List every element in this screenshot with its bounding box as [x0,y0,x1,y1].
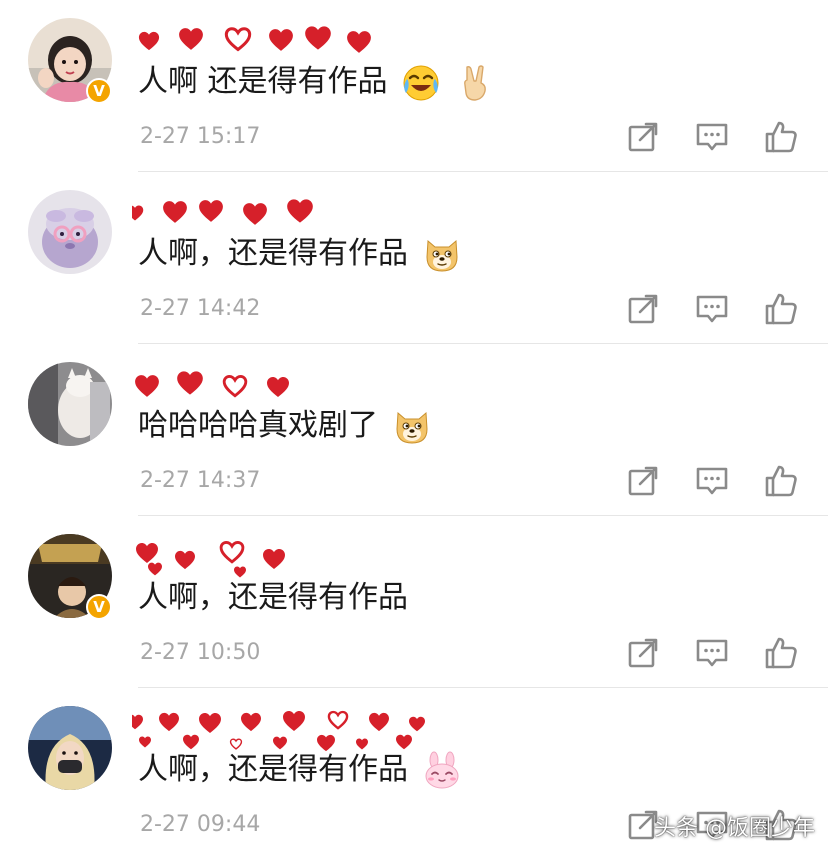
comment-content: 人啊，还是得有作品 [138,578,408,618]
username-hearts[interactable] [132,704,452,752]
comment-item: 人啊，还是得有作品 2-27 14:42 [0,172,828,344]
laughing-crying-face-icon [401,63,441,103]
share-icon[interactable] [626,120,660,154]
username-hearts[interactable] [132,188,452,234]
timestamp: 2-27 10:50 [140,640,261,665]
comment-content: 人啊，还是得有作品 [138,234,462,275]
like-icon[interactable] [764,636,798,670]
like-icon[interactable] [764,120,798,154]
reply-icon[interactable] [695,292,729,326]
comment-item: V 人啊，还是得有作品 2-27 10:50 [0,516,828,688]
comment-text: 人啊 还是得有作品 [138,64,388,99]
comment-content: 人啊，还是得有作品 [138,750,462,791]
doge-face-icon [392,407,432,447]
doge-face-icon [422,235,462,275]
share-icon[interactable] [626,292,660,326]
avatar[interactable] [28,362,112,446]
comment-content: 人啊 还是得有作品 [138,62,495,103]
verified-badge-icon: V [86,594,112,620]
comment-text: 人啊，还是得有作品 [138,580,408,615]
verified-badge-icon: V [86,78,112,104]
timestamp: 2-27 14:37 [140,468,261,493]
avatar[interactable] [28,190,112,274]
share-icon[interactable] [626,464,660,498]
comment-item: V 人啊 还是得有作品 2-27 15:17 [0,0,828,172]
comment-text: 人啊，还是得有作品 [138,236,408,271]
watermark: 头条 @饭圈少年 [654,816,815,841]
reply-icon[interactable] [695,636,729,670]
avatar[interactable] [28,706,112,790]
victory-hand-icon [455,63,495,103]
like-icon[interactable] [764,464,798,498]
like-icon[interactable] [764,292,798,326]
timestamp: 2-27 15:17 [140,124,261,149]
comment-content: 哈哈哈哈真戏剧了 [138,406,432,447]
reply-icon[interactable] [695,464,729,498]
comment-item: 哈哈哈哈真戏剧了 2-27 14:37 [0,344,828,516]
username-hearts[interactable] [132,360,452,406]
username-hearts[interactable] [132,532,452,578]
username-hearts[interactable] [132,16,452,62]
timestamp: 2-27 14:42 [140,296,261,321]
timestamp: 2-27 09:44 [140,812,261,837]
pink-bunny-face-icon [422,751,462,791]
comment-text: 人啊，还是得有作品 [138,752,408,787]
share-icon[interactable] [626,636,660,670]
reply-icon[interactable] [695,120,729,154]
comment-text: 哈哈哈哈真戏剧了 [138,408,378,443]
